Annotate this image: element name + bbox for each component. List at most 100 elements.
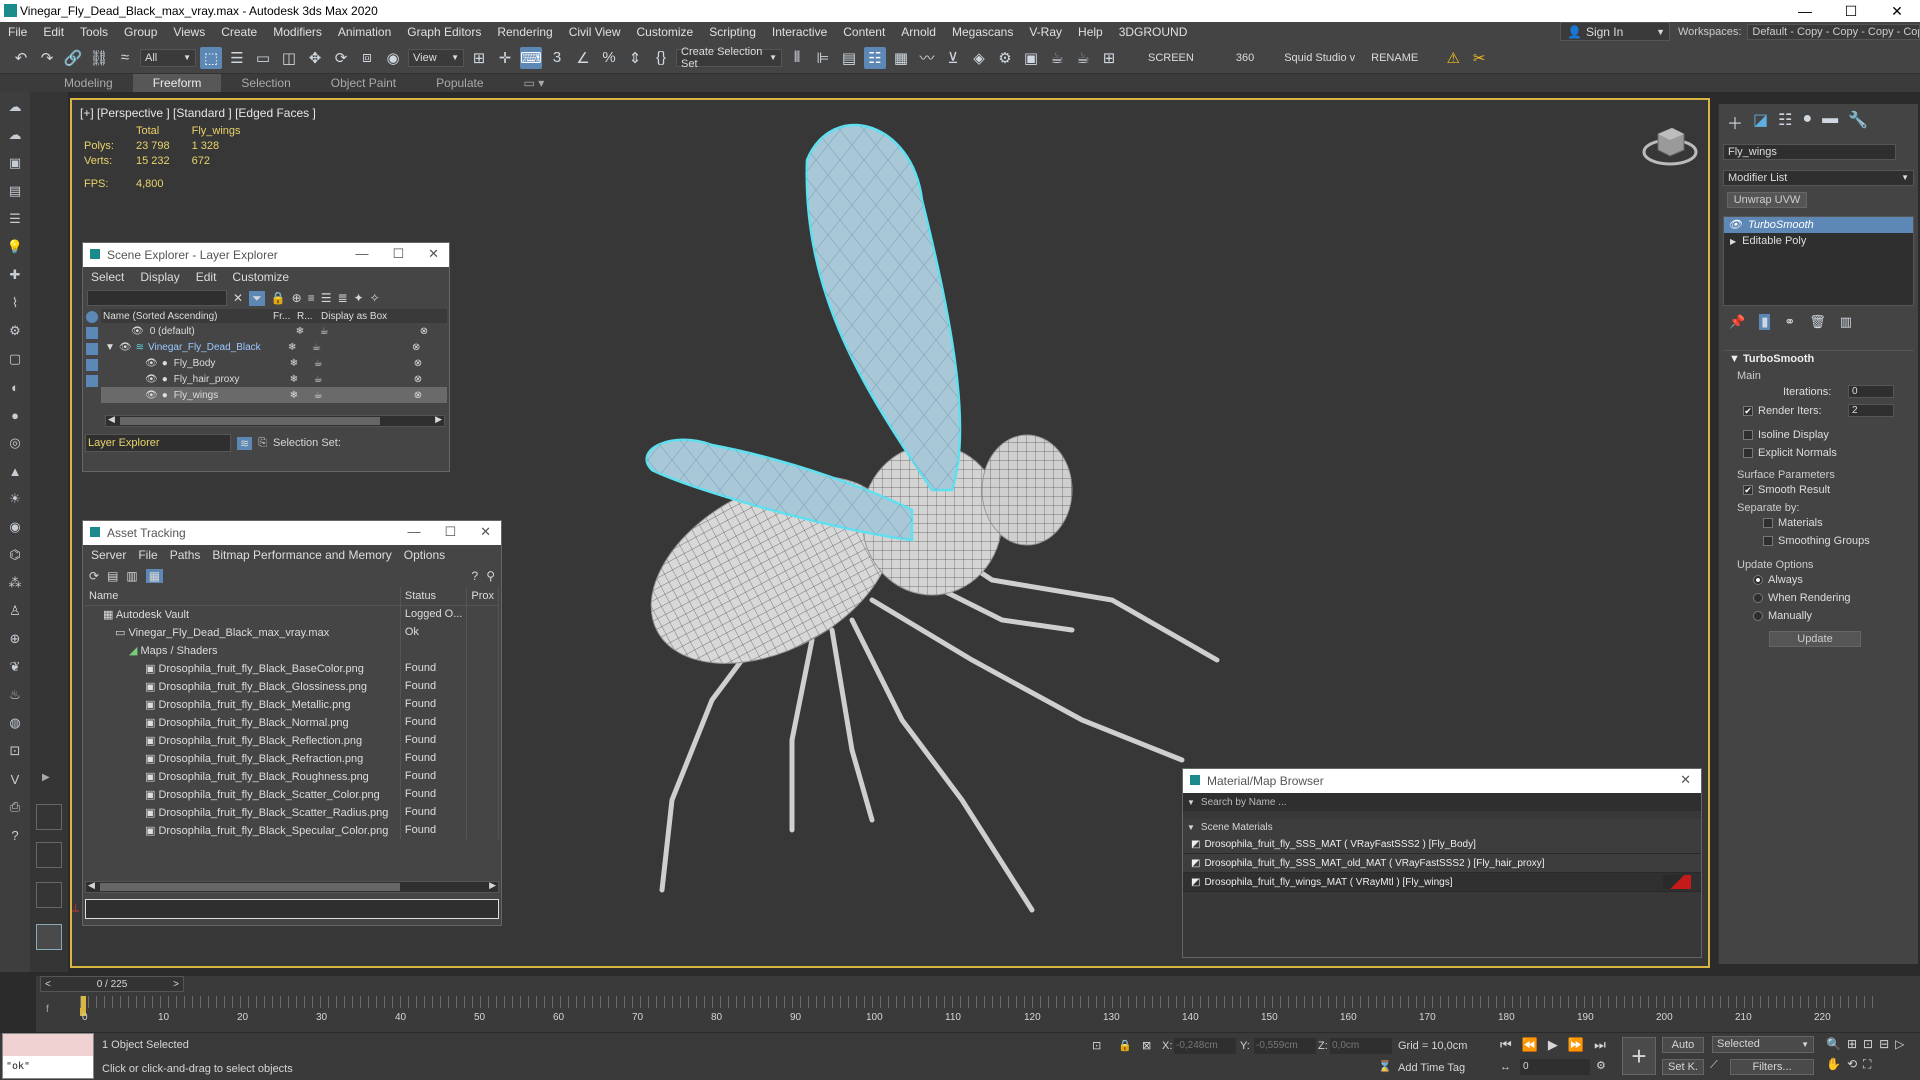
shape-icon[interactable]: ◐ (4, 376, 26, 398)
layer-stack-icon[interactable]: ≣ (337, 291, 347, 305)
asset-tracking-window[interactable]: Asset Tracking — ☐ ✕ Server File Paths Bit… (82, 520, 502, 926)
selection-filter-dropdown[interactable]: All ▼ (140, 48, 196, 67)
render-production-icon[interactable]: ☕ (1046, 47, 1068, 69)
track-bar[interactable]: 0 10 20 30 40 50 60 70 80 90 100 110 120… (80, 996, 1880, 1026)
render-icon[interactable]: ☕ (320, 326, 420, 337)
modify-tab-icon[interactable]: ◪ (1753, 110, 1768, 134)
edit-named-selection-icon[interactable]: {} (650, 47, 672, 69)
layer-row[interactable]: ▼ 👁 ≋ Vinegar_Fly_Dead_Black ❄ ☕ ⊗ (101, 339, 447, 355)
table-row[interactable]: ▣ Drosophila_fruit_fly_Black_Specular_Co… (85, 821, 499, 839)
isolate-icon[interactable]: ⊡ (1092, 1039, 1101, 1052)
add-to-layer-icon[interactable]: ≡ (308, 291, 315, 305)
scroll-right-icon[interactable]: ▶ (435, 414, 442, 425)
col-render-header[interactable]: R... (297, 311, 321, 322)
rollout-title[interactable]: ▼ TurboSmooth (1723, 350, 1914, 367)
scene-explorer-toggle-icon[interactable]: ☁ (4, 96, 26, 118)
menu-interactive[interactable]: Interactive (764, 25, 835, 39)
schematic-view-icon[interactable]: ⊻ (942, 47, 964, 69)
x-coord-field[interactable]: -0,248cm (1174, 1038, 1236, 1054)
tab-selection[interactable]: Selection (221, 74, 310, 92)
details-view-icon[interactable]: ▦ (145, 569, 164, 583)
previous-frame-icon[interactable]: ⏪ (1522, 1037, 1538, 1053)
lock-icon[interactable]: 🔒 (271, 291, 286, 305)
stack-item-editable-poly[interactable]: ▶ Editable Poly (1724, 233, 1913, 249)
material-search-input[interactable]: Search by Name ... (1201, 797, 1287, 808)
expand-arrow-icon[interactable]: ▶ (1730, 237, 1736, 246)
show-end-result-icon[interactable]: ▮ (1759, 314, 1771, 330)
minimize-button[interactable]: — (407, 524, 420, 540)
eye-icon[interactable]: 👁 (145, 358, 158, 369)
menu-views[interactable]: Views (165, 25, 213, 39)
z-coord-field[interactable]: 0,0cm (1330, 1038, 1392, 1054)
menu-animation[interactable]: Animation (330, 25, 399, 39)
menu-civil-view[interactable]: Civil View (561, 25, 629, 39)
auto-key-button[interactable]: Auto (1662, 1037, 1704, 1053)
orbit-icon[interactable]: ⟲ (1847, 1057, 1857, 1072)
script-icon[interactable]: ⎙ (4, 796, 26, 818)
y-coord-field[interactable]: -0,559cm (1254, 1038, 1316, 1054)
scene-materials-header[interactable]: ▼ Scene Materials (1183, 819, 1701, 835)
find-input[interactable] (87, 290, 227, 306)
at-menu-server[interactable]: Server (91, 548, 126, 562)
pin-icon[interactable]: ⚲ (486, 569, 495, 583)
rotate-icon[interactable]: ⟳ (330, 47, 352, 69)
freeze-icon[interactable]: ❄ (296, 326, 320, 337)
cone-icon[interactable]: ▲ (4, 460, 26, 482)
menu-graph-editors[interactable]: Graph Editors (399, 25, 489, 39)
render-iterative-icon[interactable]: ☕ (1072, 47, 1094, 69)
list-item[interactable]: ◩ Drosophila_fruit_fly_SSS_MAT ( VRayFast… (1183, 835, 1701, 854)
close-button[interactable]: ✕ (1680, 772, 1691, 788)
modifier-list-dropdown[interactable]: Modifier List ▼ (1723, 170, 1914, 186)
squid-studio-label[interactable]: Squid Studio v (1278, 52, 1361, 64)
table-row[interactable]: ▣ Drosophila_fruit_fly_Black_Refraction.… (85, 749, 499, 767)
menu-customize[interactable]: Customize (629, 25, 702, 39)
asset-path-field[interactable] (85, 899, 499, 919)
minimize-button[interactable]: — (355, 246, 368, 262)
play-icon[interactable]: ▶ (1548, 1037, 1558, 1053)
system-icon[interactable]: ⚙ (4, 320, 26, 342)
se-menu-edit[interactable]: Edit (196, 270, 217, 284)
new-layer-icon[interactable]: ⊕ (292, 291, 302, 305)
menu-edit[interactable]: Edit (35, 25, 72, 39)
time-tag-icon[interactable]: ⌛ (1378, 1060, 1392, 1073)
iterations-spinner[interactable]: 0 (1848, 385, 1894, 398)
zoom-extents-icon[interactable]: ⊡ (1863, 1037, 1873, 1051)
table-row[interactable]: ▣ Drosophila_fruit_fly_Black_Roughness.p… (85, 767, 499, 785)
filter-icon[interactable]: ⏷ (249, 290, 265, 306)
se-menu-customize[interactable]: Customize (232, 270, 289, 284)
close-button[interactable]: ✕ (480, 524, 491, 540)
redo-icon[interactable]: ↷ (36, 47, 58, 69)
list-item[interactable]: ◩ Drosophila_fruit_fly_wings_MAT ( VRayMt… (1183, 873, 1701, 892)
rename-label[interactable]: RENAME (1365, 52, 1424, 64)
col-box-header[interactable]: Display as Box (321, 311, 387, 322)
spinner-snap-icon[interactable]: ⇕ (624, 47, 646, 69)
set-key-button[interactable]: Set K. (1662, 1059, 1704, 1075)
table-row[interactable]: ▣ Drosophila_fruit_fly_Black_BaseColor.p… (85, 659, 499, 677)
maxscript-listener[interactable]: "ok" (2, 1033, 94, 1079)
render-icon[interactable]: ☕ (314, 358, 414, 369)
table-row[interactable]: ▣ Drosophila_fruit_fly_Black_Scatter_Rad… (85, 803, 499, 821)
align-icon[interactable]: ⊫ (812, 47, 834, 69)
at-menu-bitmap[interactable]: Bitmap Performance and Memory (212, 548, 391, 562)
minimize-button[interactable]: — (1782, 3, 1828, 20)
container-icon[interactable]: ▣ (4, 152, 26, 174)
table-row[interactable]: ▣ Drosophila_fruit_fly_Black_Scatter_Col… (85, 785, 499, 803)
material-browser-titlebar[interactable]: Material/Map Browser ✕ (1183, 769, 1701, 793)
select-manipulate-icon[interactable]: ✛ (494, 47, 516, 69)
tab-populate[interactable]: Populate (416, 74, 503, 92)
unwrap-uvw-button[interactable]: Unwrap UVW (1727, 192, 1807, 208)
select-by-name-icon[interactable]: ☰ (226, 47, 248, 69)
helper-icon[interactable]: ✚ (4, 264, 26, 286)
named-selection-dropdown[interactable]: Create Selection Set ▼ (676, 46, 782, 70)
select-layer-icon[interactable]: ☰ (321, 291, 332, 305)
maximize-button[interactable]: ☐ (392, 246, 404, 262)
at-hscrollbar[interactable]: ◀ ▶ (85, 880, 499, 893)
explorer-type-dropdown[interactable]: Layer Explorer (85, 434, 231, 452)
bind-space-warp-icon[interactable]: ≈ (114, 47, 136, 69)
angle-snap-icon[interactable]: ∠ (572, 47, 594, 69)
table-row[interactable]: ▣ Drosophila_fruit_fly_Black_Glossiness.… (85, 677, 499, 695)
time-slider[interactable]: < 0 / 225 > (40, 976, 184, 992)
box-icon[interactable]: ⊗ (420, 326, 428, 337)
light-filter-icon[interactable] (86, 343, 98, 355)
highlight-icon[interactable]: ✦ (354, 291, 364, 305)
